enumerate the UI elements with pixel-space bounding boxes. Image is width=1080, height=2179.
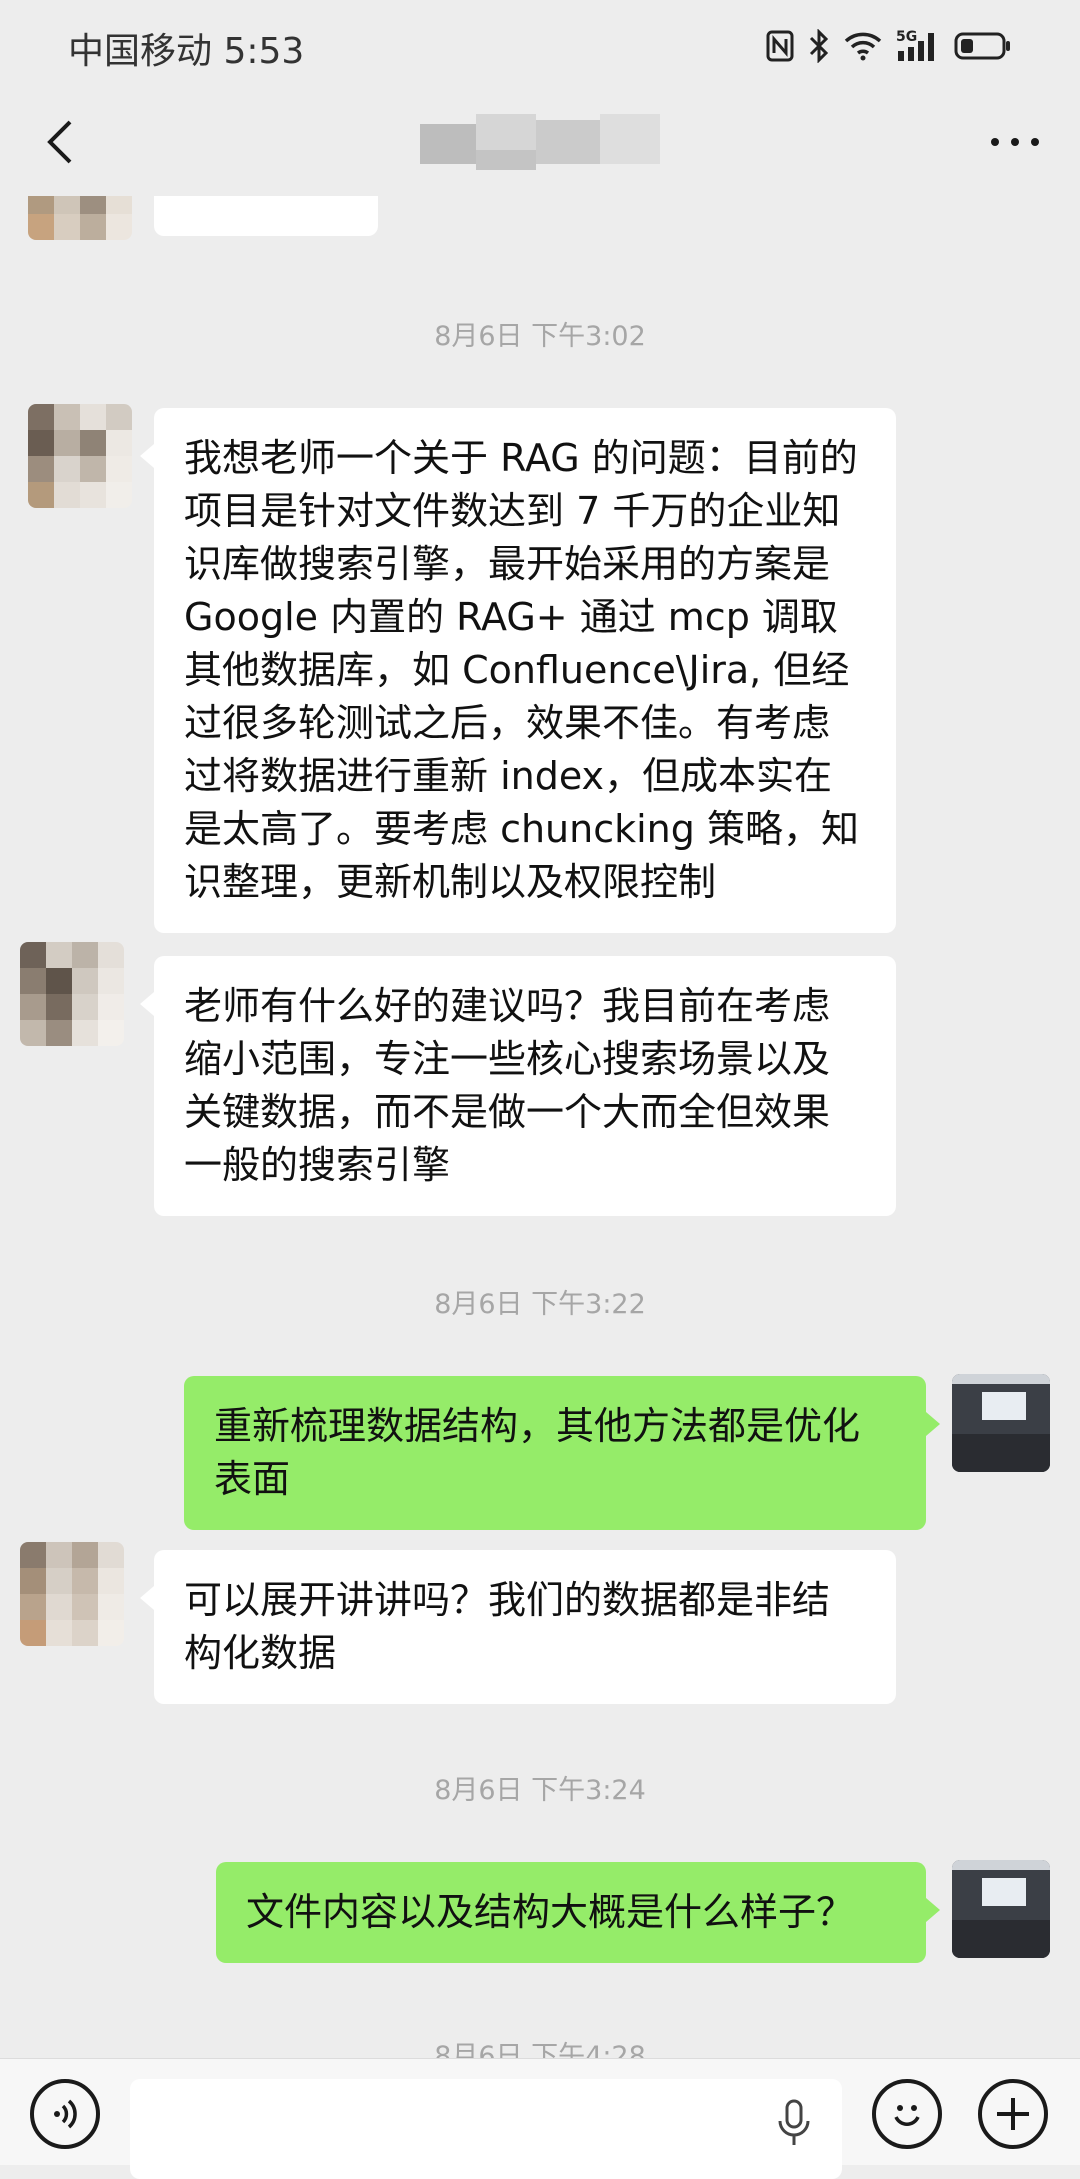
plus-icon: [997, 2098, 1029, 2130]
message-bubble-partial[interactable]: [154, 196, 378, 236]
avatar-contact[interactable]: [28, 196, 132, 240]
timestamp-partial: 8月6日 下午4:28: [434, 2041, 646, 2058]
emoji-button[interactable]: [872, 2079, 942, 2149]
message-bubble-self[interactable]: 重新梳理数据结构，其他方法都是优化表面: [184, 1376, 940, 1530]
carrier-time: 中国移动 5:53: [68, 31, 305, 72]
back-button[interactable]: [30, 112, 90, 172]
status-icons: 5G: [766, 26, 1012, 66]
avatar-photo-ceiling: [952, 1860, 1050, 1870]
avatar-photo-audience: [952, 1434, 1050, 1472]
message-bubble[interactable]: 我想老师一个关于 RAG 的问题：目前的项目是针对文件数达到 7 千万的企业知识…: [140, 408, 896, 933]
battery-icon: [954, 31, 1012, 61]
ellipsis-icon: [991, 138, 1039, 146]
avatar-self[interactable]: [952, 1860, 1050, 1958]
input-bar: [0, 2058, 1080, 2179]
chat-area[interactable]: 8月6日 下午3:02 我想老师一个关于 RAG 的问题：目前的项目是针对文件数…: [0, 196, 1080, 2058]
voice-icon: [54, 2099, 77, 2129]
chat-header: [0, 92, 1080, 210]
avatar-photo-screen: [982, 1392, 1026, 1420]
avatar-contact[interactable]: [28, 404, 132, 508]
wifi-icon: [844, 31, 882, 61]
more-button[interactable]: [980, 112, 1050, 172]
voice-button[interactable]: [30, 2079, 100, 2149]
chevron-left-icon: [47, 120, 72, 164]
message-bubble-self[interactable]: 文件内容以及结构大概是什么样子？: [216, 1862, 940, 1963]
avatar-contact[interactable]: [20, 1542, 124, 1646]
message-bubble[interactable]: 老师有什么好的建议吗？我目前在考虑缩小范围，专注一些核心搜索场景以及关键数据，而…: [140, 956, 896, 1216]
cellular-signal-icon: 5G: [896, 29, 940, 63]
status-bar: 中国移动 5:53 5G: [0, 0, 1080, 92]
microphone-icon[interactable]: [776, 2099, 812, 2153]
plus-button[interactable]: [978, 2079, 1048, 2149]
avatar-self[interactable]: [952, 1374, 1050, 1472]
bluetooth-icon: [808, 29, 830, 63]
message-bubble[interactable]: 可以展开讲讲吗？我们的数据都是非结构化数据: [140, 1550, 896, 1704]
timestamp: 8月6日 下午3:24: [434, 1775, 646, 1806]
avatar-photo-audience: [952, 1920, 1050, 1958]
emoji-icon: [894, 2105, 920, 2126]
message-input[interactable]: [130, 2079, 842, 2179]
timestamp: 8月6日 下午3:02: [434, 321, 646, 352]
nfc-icon: [766, 30, 794, 62]
contact-name-blurred: [420, 114, 660, 170]
avatar-contact[interactable]: [20, 942, 124, 1046]
avatar-photo-ceiling: [952, 1374, 1050, 1384]
avatar-photo-screen: [982, 1878, 1026, 1906]
timestamp: 8月6日 下午3:22: [434, 1289, 646, 1320]
